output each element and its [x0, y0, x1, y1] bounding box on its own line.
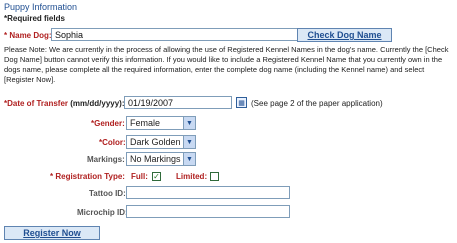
paper-application-hint: (See page 2 of the paper application) — [251, 99, 383, 108]
required-fields-note: *Required fields — [4, 14, 65, 23]
check-dog-name-button[interactable]: Check Dog Name — [297, 28, 392, 42]
limited-label: Limited: — [176, 172, 208, 181]
name-dog-label: * Name Dog: — [4, 31, 52, 40]
markings-label: Markings: — [87, 155, 125, 164]
date-transfer-label-text: *Date of Transfer — [4, 99, 69, 108]
registration-type-label: * Registration Type: — [50, 172, 125, 181]
tattoo-input[interactable] — [126, 186, 290, 199]
gender-label: *Gender: — [91, 119, 125, 128]
date-format-hint: (mm/dd/yyyy): — [70, 99, 125, 108]
gender-select[interactable]: Female ▼ — [126, 116, 196, 130]
dog-name-input[interactable]: Sophia — [51, 28, 298, 41]
markings-value: No Markings — [130, 154, 181, 164]
gender-value: Female — [130, 118, 161, 128]
register-now-button[interactable]: Register Now — [4, 226, 100, 240]
color-value: Dark Golden — [130, 137, 181, 147]
kennel-name-note: Please Note: We are currently in the pro… — [4, 45, 449, 84]
chevron-down-icon: ▼ — [183, 136, 195, 148]
date-transfer-input[interactable]: 01/19/2007 — [124, 96, 232, 109]
section-title: Puppy Information — [4, 2, 78, 12]
microchip-input[interactable] — [126, 205, 290, 218]
full-checkbox[interactable]: ✓ — [152, 172, 161, 181]
color-select[interactable]: Dark Golden ▼ — [126, 135, 196, 149]
tattoo-label: Tattoo ID: — [89, 189, 126, 198]
markings-select[interactable]: No Markings ▼ — [126, 152, 196, 166]
chevron-down-icon: ▼ — [183, 153, 195, 165]
date-transfer-label: *Date of Transfer (mm/dd/yyyy): — [4, 99, 125, 108]
chevron-down-icon: ▼ — [183, 117, 195, 129]
limited-checkbox[interactable] — [210, 172, 219, 181]
full-label: Full: — [131, 172, 148, 181]
calendar-icon[interactable]: ▦ — [236, 97, 247, 108]
microchip-label: Microchip ID: — [77, 208, 128, 217]
color-label: *Color: — [99, 138, 126, 147]
